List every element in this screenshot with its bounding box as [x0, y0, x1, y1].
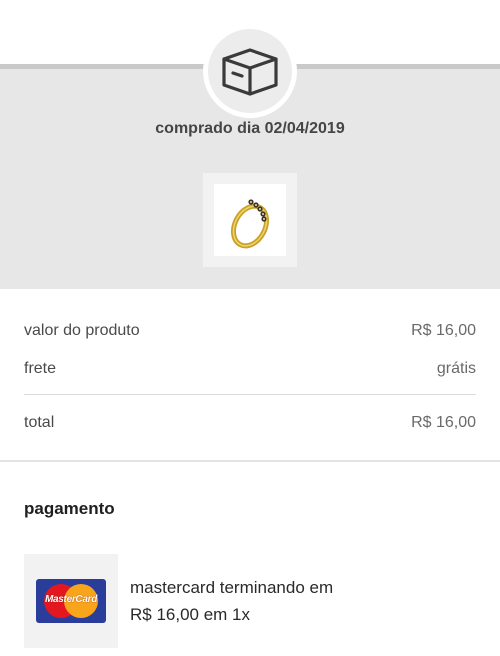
- shipping-value: grátis: [436, 360, 476, 377]
- total-label: total: [24, 414, 55, 431]
- product-value-label: valor do produto: [24, 322, 140, 339]
- payment-section-title: pagamento: [24, 499, 115, 518]
- mastercard-logo: MasterCard: [36, 579, 106, 623]
- package-box-icon: [222, 48, 278, 96]
- product-value-amount: R$ 16,00: [411, 322, 476, 339]
- shipping-row: frete grátis: [24, 360, 476, 378]
- mastercard-logo-text: MasterCard: [44, 594, 98, 605]
- product-thumbnail[interactable]: [203, 173, 297, 267]
- ring-product-image: [230, 199, 270, 249]
- total-amount: R$ 16,00: [411, 414, 476, 431]
- section-divider: [0, 460, 500, 462]
- card-description: mastercard terminando em R$ 16,00 em 1x: [130, 574, 333, 628]
- order-status-badge: [203, 24, 297, 118]
- summary-divider: [24, 394, 476, 395]
- card-ending-text: mastercard terminando em: [130, 578, 334, 597]
- shipping-label: frete: [24, 360, 57, 377]
- total-row: total R$ 16,00: [24, 414, 476, 432]
- installment-text: R$ 16,00 em 1x: [130, 605, 251, 624]
- purchase-date: comprado dia 02/04/2019: [155, 120, 345, 137]
- product-value-row: valor do produto R$ 16,00: [24, 322, 476, 340]
- card-brand-box: MasterCard: [24, 554, 118, 648]
